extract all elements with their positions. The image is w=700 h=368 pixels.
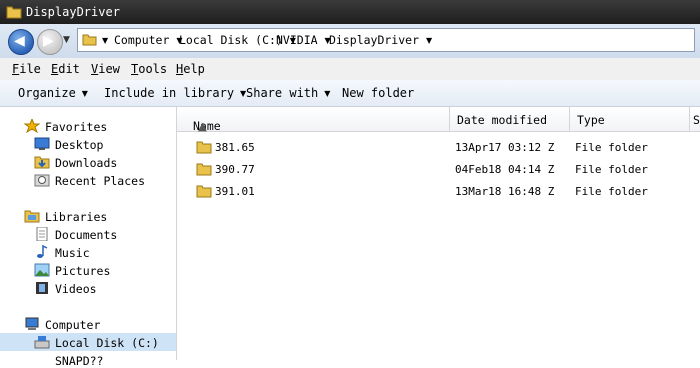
folder-icon	[196, 185, 212, 198]
menu-view[interactable]: View	[91, 62, 120, 76]
folder-icon	[196, 163, 212, 176]
list-item[interactable]: 390.77 04Feb18 04:14 Z File folder	[177, 159, 700, 179]
music-icon	[34, 245, 50, 259]
folder-icon	[6, 5, 22, 19]
documents-icon	[34, 227, 50, 241]
chevron-down-icon: ▼	[81, 89, 88, 98]
share-with-button[interactable]: Share with ▼	[246, 86, 330, 100]
file-date: 13Apr17 03:12 Z	[455, 141, 555, 154]
navigation-pane: Favorites Desktop Downloads Recent Place…	[0, 107, 177, 368]
videos-icon	[34, 281, 50, 295]
pictures-icon	[34, 263, 50, 277]
folder-icon	[82, 33, 97, 46]
list-item[interactable]: 381.65 13Apr17 03:12 Z File folder	[177, 137, 700, 157]
nav-videos[interactable]: Videos	[55, 282, 97, 296]
nav-music[interactable]: Music	[55, 246, 90, 260]
star-icon	[24, 119, 40, 133]
file-type: File folder	[575, 141, 648, 154]
column-header-type[interactable]: Type	[569, 107, 690, 131]
forward-button[interactable]: ▶	[37, 29, 63, 55]
nav-computer[interactable]: Computer	[45, 318, 100, 332]
nav-downloads[interactable]: Downloads	[55, 156, 117, 170]
organize-button[interactable]: Organize ▼	[18, 86, 88, 100]
window-title: DisplayDriver	[26, 5, 120, 19]
nav-snapdrive[interactable]: SNAPD??	[55, 354, 103, 368]
file-type: File folder	[575, 163, 648, 176]
breadcrumb-root-dropdown[interactable]: ▼	[102, 33, 114, 47]
menu-tools[interactable]: Tools	[131, 62, 167, 76]
list-item[interactable]: 391.01 13Mar18 16:48 Z File folder	[177, 181, 700, 201]
chevron-down-icon: ▼	[102, 36, 109, 45]
breadcrumb-computer[interactable]: Computer ▼	[114, 33, 188, 47]
sort-ascending-icon: ▲	[198, 119, 207, 133]
chevron-down-icon: ▼	[425, 36, 433, 45]
include-in-library-button[interactable]: Include in library ▼	[104, 86, 246, 100]
desktop-icon	[34, 137, 50, 151]
nav-libraries[interactable]: Libraries	[45, 210, 107, 224]
folder-icon	[196, 141, 212, 154]
nav-favorites[interactable]: Favorites	[45, 120, 107, 134]
breadcrumb-displaydriver[interactable]: DisplayDriver ▼	[329, 33, 438, 47]
nav-recent-places[interactable]: Recent Places	[55, 174, 145, 188]
recent-pages-dropdown-icon[interactable]: ▼	[63, 35, 70, 45]
back-arrow-icon: ◀	[14, 33, 25, 49]
file-date: 04Feb18 04:14 Z	[455, 163, 555, 176]
column-header-row: Name ▲ Date modified Type S	[177, 107, 700, 133]
title-bar: DisplayDriver	[0, 0, 700, 24]
chevron-down-icon: ▼	[324, 89, 331, 98]
command-bar: Organize ▼ Include in library ▼ Share with…	[0, 80, 700, 107]
file-name: 390.77	[215, 163, 255, 176]
recent-places-icon	[34, 173, 50, 187]
downloads-folder-icon	[34, 155, 50, 169]
file-name: 381.65	[215, 141, 255, 154]
computer-icon	[24, 317, 40, 331]
nav-local-disk[interactable]: Local Disk (C:)	[55, 336, 159, 350]
nav-pictures[interactable]: Pictures	[55, 264, 110, 278]
libraries-icon	[24, 209, 40, 223]
file-type: File folder	[575, 185, 648, 198]
menu-edit[interactable]: Edit	[51, 62, 80, 76]
breadcrumb-nvidia[interactable]: NVIDIA ▼	[276, 33, 337, 47]
file-date: 13Mar18 16:48 Z	[455, 185, 555, 198]
local-disk-icon	[34, 335, 50, 349]
new-folder-button[interactable]: New folder	[342, 86, 414, 100]
menu-file[interactable]: File	[12, 62, 41, 76]
file-name: 391.01	[215, 185, 255, 198]
column-header-name[interactable]: Name ▲	[177, 107, 450, 133]
address-bar[interactable]: ▼ Computer ▼ Local Disk (C:) ▼ NVIDIA ▼ …	[77, 28, 695, 52]
column-header-size[interactable]: S	[689, 107, 700, 131]
column-header-date[interactable]: Date modified	[449, 107, 570, 131]
back-button[interactable]: ◀	[8, 29, 34, 55]
nav-desktop[interactable]: Desktop	[55, 138, 103, 152]
menu-bar: File Edit View Tools Help	[0, 58, 700, 80]
nav-documents[interactable]: Documents	[55, 228, 117, 242]
forward-arrow-icon: ▶	[43, 33, 54, 49]
menu-help[interactable]: Help	[176, 62, 205, 76]
